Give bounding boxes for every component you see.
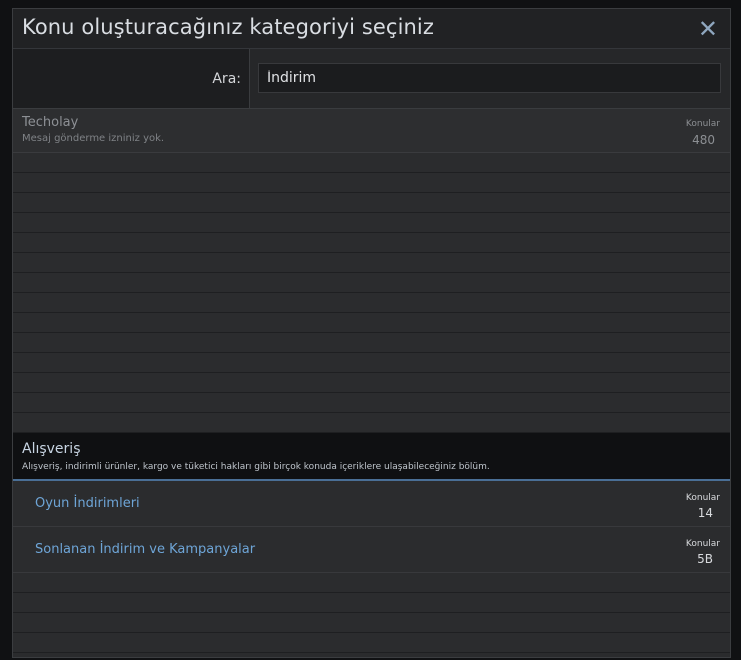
close-icon[interactable]: ✕ [698, 15, 718, 43]
empty-row [13, 373, 730, 393]
search-row: Ara: [13, 49, 730, 109]
empty-row [13, 333, 730, 353]
empty-row [13, 153, 730, 173]
category-title: Techolay [22, 115, 79, 130]
forum-title[interactable]: Oyun İndirimleri [35, 496, 140, 511]
category-select-modal: Konu oluşturacağınız kategoriyi seçiniz … [12, 8, 731, 658]
empty-row [13, 613, 730, 633]
category-row: Techolay Mesaj gönderme izniniz yok. Kon… [13, 109, 730, 153]
forum-stat-label: Konular [685, 539, 720, 549]
modal-title: Konu oluşturacağınız kategoriyi seçiniz [22, 15, 434, 39]
forum-stat-value: 5B [697, 552, 713, 566]
section-description: Alışveriş, indirimli ürünler, kargo ve t… [22, 462, 490, 472]
empty-row [13, 293, 730, 313]
empty-row [13, 593, 730, 613]
empty-row [13, 213, 730, 233]
section-title: Alışveriş [22, 441, 81, 457]
empty-row [13, 413, 730, 433]
empty-row [13, 173, 730, 193]
empty-row [13, 233, 730, 253]
empty-row [13, 633, 730, 653]
section-header[interactable]: Alışveriş Alışveriş, indirimli ürünler, … [13, 433, 730, 481]
empty-rows-top [13, 153, 730, 433]
empty-row [13, 273, 730, 293]
empty-rows-bottom [13, 573, 730, 653]
search-label-cell: Ara: [13, 49, 250, 108]
empty-row [13, 193, 730, 213]
empty-row [13, 393, 730, 413]
search-label: Ara: [212, 71, 241, 87]
modal-header: Konu oluşturacağınız kategoriyi seçiniz … [13, 9, 730, 49]
forum-stat-value: 14 [697, 506, 713, 520]
search-input[interactable] [258, 63, 721, 93]
empty-row [13, 353, 730, 373]
forum-title[interactable]: Sonlanan İndirim ve Kampanyalar [35, 542, 255, 557]
forum-row-sonlanan-indirim[interactable]: Sonlanan İndirim ve Kampanyalar Konular … [13, 527, 730, 573]
empty-row [13, 313, 730, 333]
forum-row-oyun-indirimleri[interactable]: Oyun İndirimleri Konular 14 [13, 481, 730, 527]
empty-row [13, 573, 730, 593]
category-stat-value: 480 [692, 133, 715, 147]
empty-row [13, 253, 730, 273]
forum-stat-label: Konular [685, 493, 720, 503]
category-description: Mesaj gönderme izniniz yok. [22, 133, 165, 144]
category-stat-label: Konular [685, 119, 720, 129]
